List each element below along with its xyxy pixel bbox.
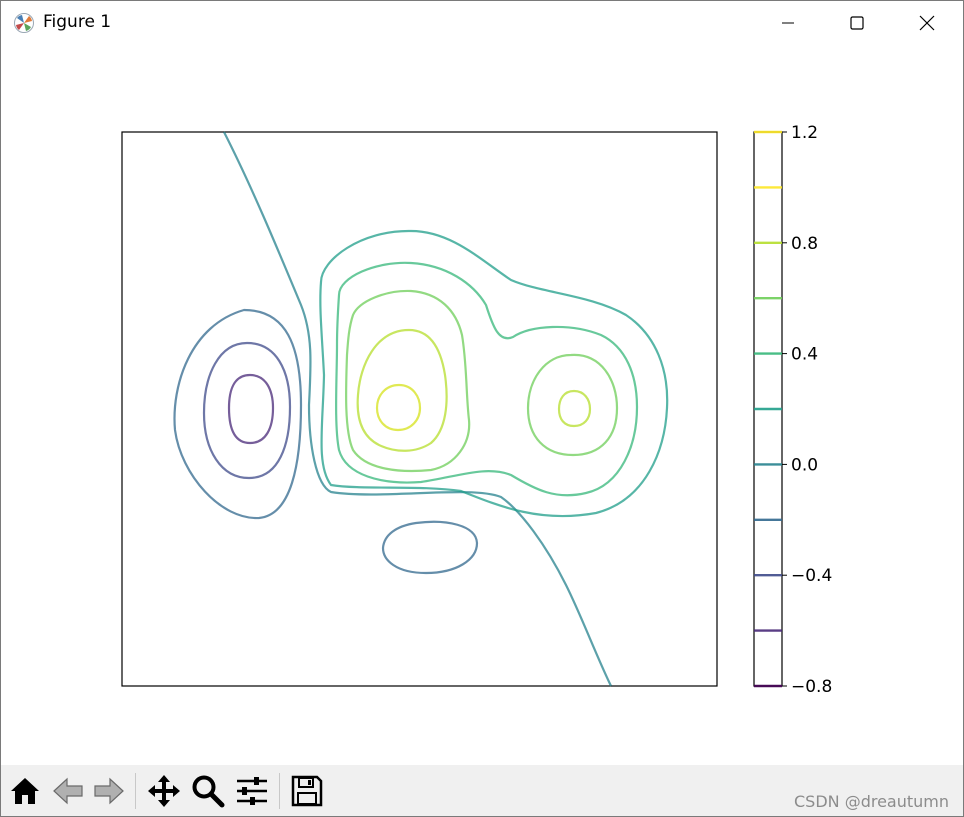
toolbar-separator (279, 773, 280, 809)
figure-canvas[interactable]: 1.2 0.8 0.4 0.0 −0.4 −0.8 (1, 45, 963, 765)
matplotlib-app-icon (14, 13, 34, 33)
colorbar-tick-label: 0.0 (791, 455, 818, 475)
toolbar-separator (135, 773, 136, 809)
home-icon (11, 778, 39, 804)
pan-move-icon (148, 775, 180, 807)
maximize-icon (850, 16, 864, 30)
colorbar-ticks: 1.2 0.8 0.4 0.0 −0.4 −0.8 (782, 123, 832, 697)
title-bar[interactable]: Figure 1 (1, 1, 963, 45)
forward-button[interactable] (89, 771, 129, 811)
window-title: Figure 1 (43, 12, 112, 32)
back-button[interactable] (48, 771, 88, 811)
configure-subplots-button[interactable] (232, 771, 272, 811)
colorbar-tick-label: 0.4 (791, 345, 818, 365)
chart-svg[interactable]: 1.2 0.8 0.4 0.0 −0.4 −0.8 (1, 45, 963, 765)
zoom-magnifier-icon (192, 775, 225, 808)
plot-area[interactable] (121, 131, 718, 687)
colorbar: 1.2 0.8 0.4 0.0 −0.4 −0.8 (753, 123, 832, 697)
figure-window: Figure 1 1.2 0.8 0.4 0.0 −0.4 −0.8 CSDN … (0, 0, 964, 817)
colorbar-tick-label: −0.4 (791, 566, 832, 586)
colorbar-tick-label: −0.8 (791, 677, 832, 697)
close-icon (919, 15, 935, 31)
navigation-toolbar: CSDN @dreautumn (1, 765, 963, 816)
forward-arrow-icon (94, 777, 124, 805)
pan-button[interactable] (144, 771, 184, 811)
watermark-text: CSDN @dreautumn (793, 792, 949, 811)
colorbar-tick-label: 1.2 (791, 123, 818, 143)
minimize-icon (782, 22, 794, 24)
colorbar-tick-label: 0.8 (791, 234, 818, 254)
minimize-button[interactable] (765, 1, 811, 45)
zoom-button[interactable] (188, 771, 228, 811)
maximize-button[interactable] (834, 1, 880, 45)
save-floppy-icon (291, 775, 323, 807)
close-button[interactable] (904, 1, 950, 45)
configure-subplots-icon (237, 777, 267, 805)
save-button[interactable] (287, 771, 327, 811)
back-arrow-icon (53, 777, 83, 805)
home-button[interactable] (5, 771, 45, 811)
